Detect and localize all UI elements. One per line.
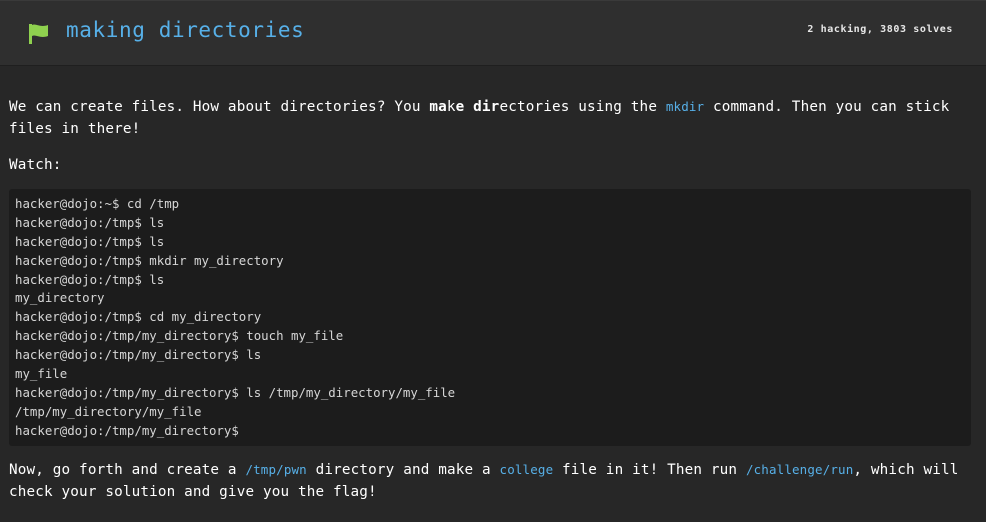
intro-text-2: ectories using the xyxy=(499,99,666,115)
challenge-title: making directories xyxy=(66,18,305,42)
college-code: college xyxy=(499,461,554,477)
intro-text: We can create files. How about directori… xyxy=(9,99,430,115)
terminal-line: /tmp/my_directory/my_file xyxy=(15,403,202,419)
intro-bold-dir: dir xyxy=(473,99,500,115)
mkdir-code: mkdir xyxy=(665,99,705,114)
intro-bold-e: e xyxy=(455,99,474,115)
intro-bold-ma: ma xyxy=(429,99,447,115)
terminal-line: hacker@dojo:~$ cd /tmp xyxy=(15,196,180,211)
terminal-line: my_directory xyxy=(15,290,105,306)
watch-label: Watch: xyxy=(9,157,62,173)
terminal-line: hacker@dojo:/tmp$ ls xyxy=(15,271,165,287)
tmp-pwn-code: /tmp/pwn xyxy=(245,461,307,477)
instructions-paragraph: Now, go forth and create a /tmp/pwn dire… xyxy=(9,459,971,503)
terminal-line: hacker@dojo:/tmp$ ls xyxy=(15,214,165,230)
terminal-line: hacker@dojo:/tmp/my_directory$ ls /tmp/m… xyxy=(15,384,456,400)
terminal-line: hacker@dojo:/tmp$ cd my_directory xyxy=(15,309,262,325)
terminal-line: hacker@dojo:/tmp/my_directory$ ls xyxy=(15,347,262,363)
outro-text-2: directory and make a xyxy=(306,461,500,478)
terminal-example: hacker@dojo:~$ cd /tmp hacker@dojo:/tmp$… xyxy=(9,189,971,446)
flag-icon xyxy=(29,24,48,44)
terminal-line: hacker@dojo:/tmp/my_directory$ touch my_… xyxy=(15,328,344,344)
intro-paragraph: We can create files. How about directori… xyxy=(9,96,971,140)
terminal-line: hacker@dojo:/tmp/my_directory$ xyxy=(15,422,239,438)
challenge-run-code: /challenge/run xyxy=(745,461,854,477)
outro-text-3: file in it! Then run xyxy=(553,461,746,478)
solve-stats: 2 hacking, 3803 solves xyxy=(807,24,953,35)
terminal-line: hacker@dojo:/tmp$ mkdir my_directory xyxy=(15,252,284,268)
challenge-description: We can create files. How about directori… xyxy=(9,96,971,503)
outro-text: Now, go forth and create a xyxy=(9,461,246,478)
intro-text-k: k xyxy=(446,99,456,115)
challenge-header[interactable]: making directories 2 hacking, 3803 solve… xyxy=(0,0,986,66)
terminal-line: hacker@dojo:/tmp$ ls xyxy=(15,233,165,249)
terminal-line: my_file xyxy=(15,366,68,382)
